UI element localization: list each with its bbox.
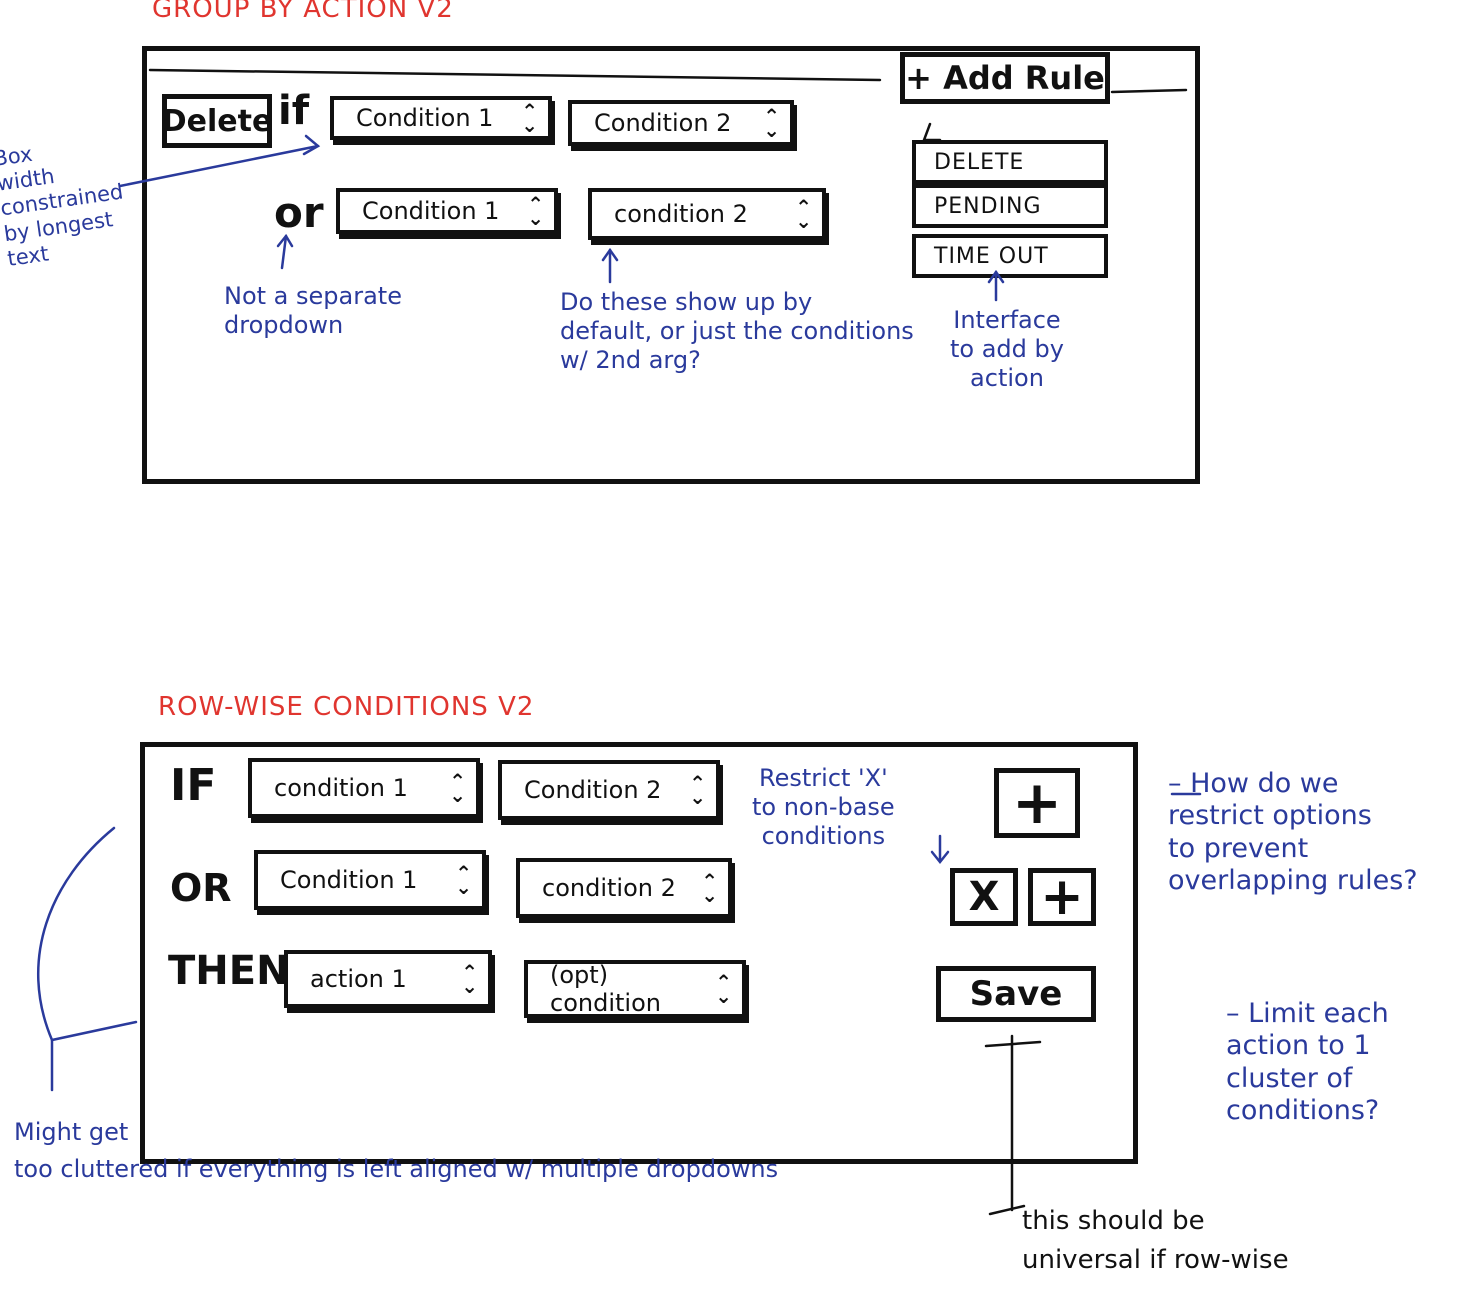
or-condition2-dropdown[interactable]: condition 2 ⌃ ⌄ — [516, 858, 732, 918]
action-chip-delete[interactable]: Delete — [162, 94, 272, 148]
add-condition-button[interactable]: + — [994, 768, 1080, 838]
sketch2-title: ROW-WISE CONDITIONS V2 — [158, 692, 535, 722]
updown-chevron-icon: ⌃ ⌄ — [521, 99, 538, 137]
condition2-dropdown-label: Condition 2 — [594, 109, 732, 137]
or-condition2-dropdown[interactable]: condition 2 ⌃ ⌄ — [588, 188, 826, 240]
updown-chevron-icon: ⌃ ⌄ — [461, 960, 478, 998]
if-condition2-dropdown-label: Condition 2 — [524, 776, 662, 804]
note-how-restrict: – How do we restrict options to prevent … — [1168, 768, 1418, 897]
then-opt-condition-dropdown[interactable]: (opt) condition ⌃ ⌄ — [524, 960, 746, 1018]
add-rule-button[interactable]: + Add Rule — [900, 52, 1110, 104]
updown-chevron-icon: ⌃ ⌄ — [689, 771, 706, 809]
then-action-dropdown[interactable]: action 1 ⌃ ⌄ — [284, 950, 492, 1008]
updown-chevron-icon: ⌃ ⌄ — [715, 970, 732, 1008]
or-condition1-dropdown-label: Condition 1 — [280, 866, 418, 894]
or-condition1-dropdown[interactable]: Condition 1 ⌃ ⌄ — [336, 188, 558, 234]
condition1-dropdown[interactable]: Condition 1 ⌃ ⌄ — [330, 96, 552, 140]
note-show-default: Do these show up by default, or just the… — [560, 288, 914, 374]
or-condition1-dropdown-label: Condition 1 — [362, 197, 500, 225]
condition2-dropdown[interactable]: Condition 2 ⌃ ⌄ — [568, 100, 794, 146]
if-condition2-dropdown[interactable]: Condition 2 ⌃ ⌄ — [498, 760, 720, 820]
sketch1-title: GROUP BY ACTION V2 — [152, 0, 454, 24]
menu-item-pending[interactable]: PENDING — [912, 184, 1108, 228]
note-not-separate: Not a separate dropdown — [224, 282, 402, 339]
note-restrict-x: Restrict 'X' to non-base conditions — [752, 764, 895, 850]
if-condition1-dropdown[interactable]: condition 1 ⌃ ⌄ — [248, 758, 480, 818]
note-box-width: Box width constrained by longest text — [0, 141, 125, 271]
note-limit-each: – Limit each action to 1 cluster of cond… — [1226, 998, 1389, 1127]
action-menu: DELETE PENDING TIME OUT — [912, 140, 1108, 278]
save-button[interactable]: Save — [936, 966, 1096, 1022]
note-interface: Interface to add by action — [950, 306, 1064, 392]
updown-chevron-icon: ⌃ ⌄ — [701, 869, 718, 907]
or-condition2-dropdown-label: condition 2 — [614, 200, 748, 228]
if-keyword: if — [278, 88, 310, 134]
remove-row-button[interactable]: X — [950, 868, 1018, 926]
updown-chevron-icon: ⌃ ⌄ — [455, 861, 472, 899]
or-keyword: or — [274, 188, 324, 237]
condition1-dropdown-label: Condition 1 — [356, 104, 494, 132]
add-row-button[interactable]: + — [1028, 867, 1096, 927]
updown-chevron-icon: ⌃ ⌄ — [449, 769, 466, 807]
note-universal: this should be universal if row-wise — [1022, 1206, 1289, 1275]
then-action-dropdown-label: action 1 — [310, 965, 407, 993]
updown-chevron-icon: ⌃ ⌄ — [763, 104, 780, 142]
if-keyword: IF — [170, 760, 217, 811]
or-condition2-dropdown-label: condition 2 — [542, 874, 676, 902]
or-condition1-dropdown[interactable]: Condition 1 ⌃ ⌄ — [254, 850, 486, 910]
then-keyword: THEN — [168, 948, 290, 994]
updown-chevron-icon: ⌃ ⌄ — [527, 192, 544, 230]
menu-item-timeout[interactable]: TIME OUT — [912, 234, 1108, 278]
if-condition1-dropdown-label: condition 1 — [274, 774, 408, 802]
note-cluttered: Might get too cluttered if everything is… — [14, 1118, 779, 1184]
or-keyword: OR — [170, 866, 232, 910]
then-opt-condition-dropdown-label: (opt) condition — [550, 961, 661, 1017]
updown-chevron-icon: ⌃ ⌄ — [795, 195, 812, 233]
menu-item-delete[interactable]: DELETE — [912, 140, 1108, 184]
